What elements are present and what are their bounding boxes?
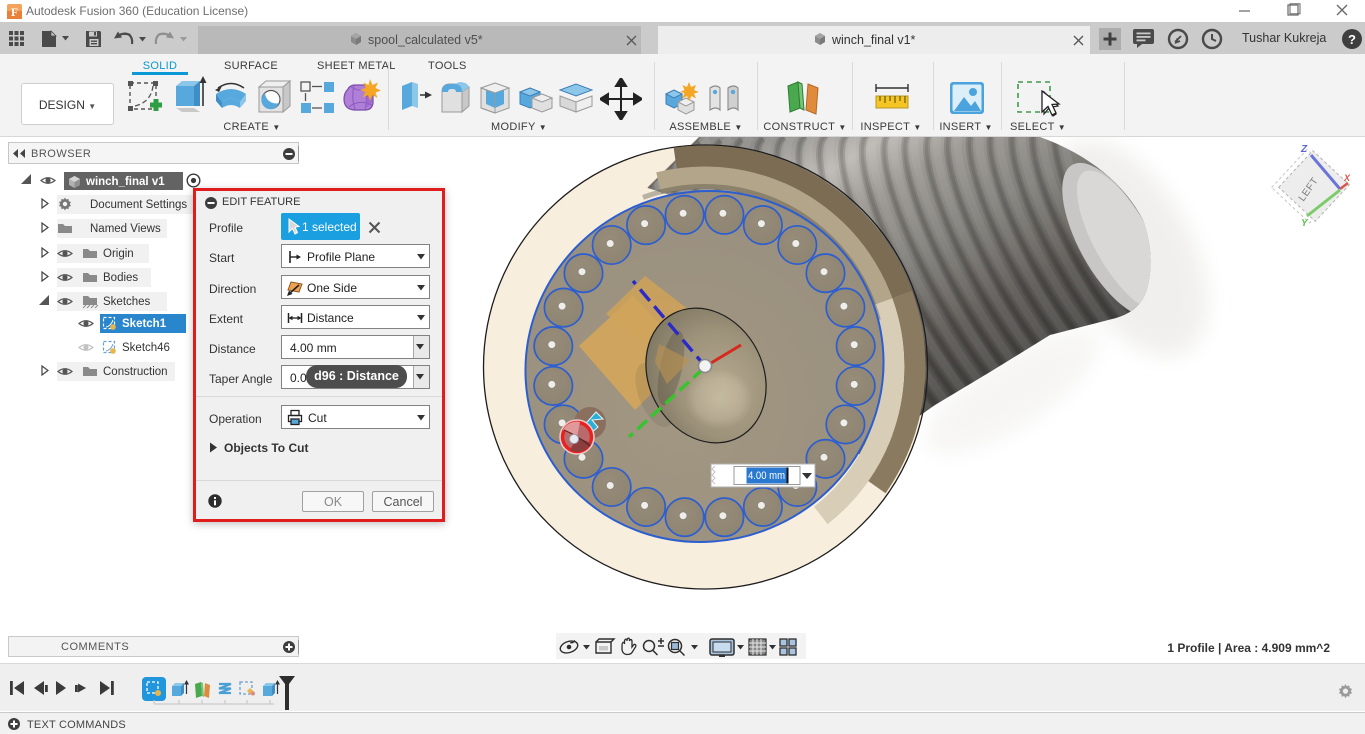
svg-text:?: ? bbox=[1348, 32, 1356, 47]
svg-text:4.00 mm: 4.00 mm bbox=[748, 470, 785, 482]
svg-text:X: X bbox=[1343, 173, 1351, 183]
svg-text:Z: Z bbox=[1300, 144, 1308, 155]
svg-text:F: F bbox=[11, 7, 18, 19]
